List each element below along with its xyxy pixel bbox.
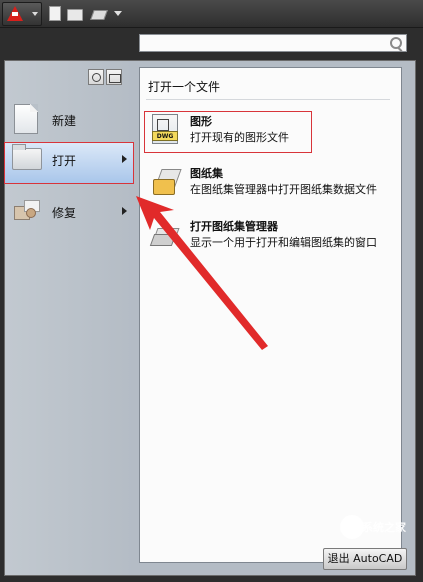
annotation-arrow [136,196,268,350]
